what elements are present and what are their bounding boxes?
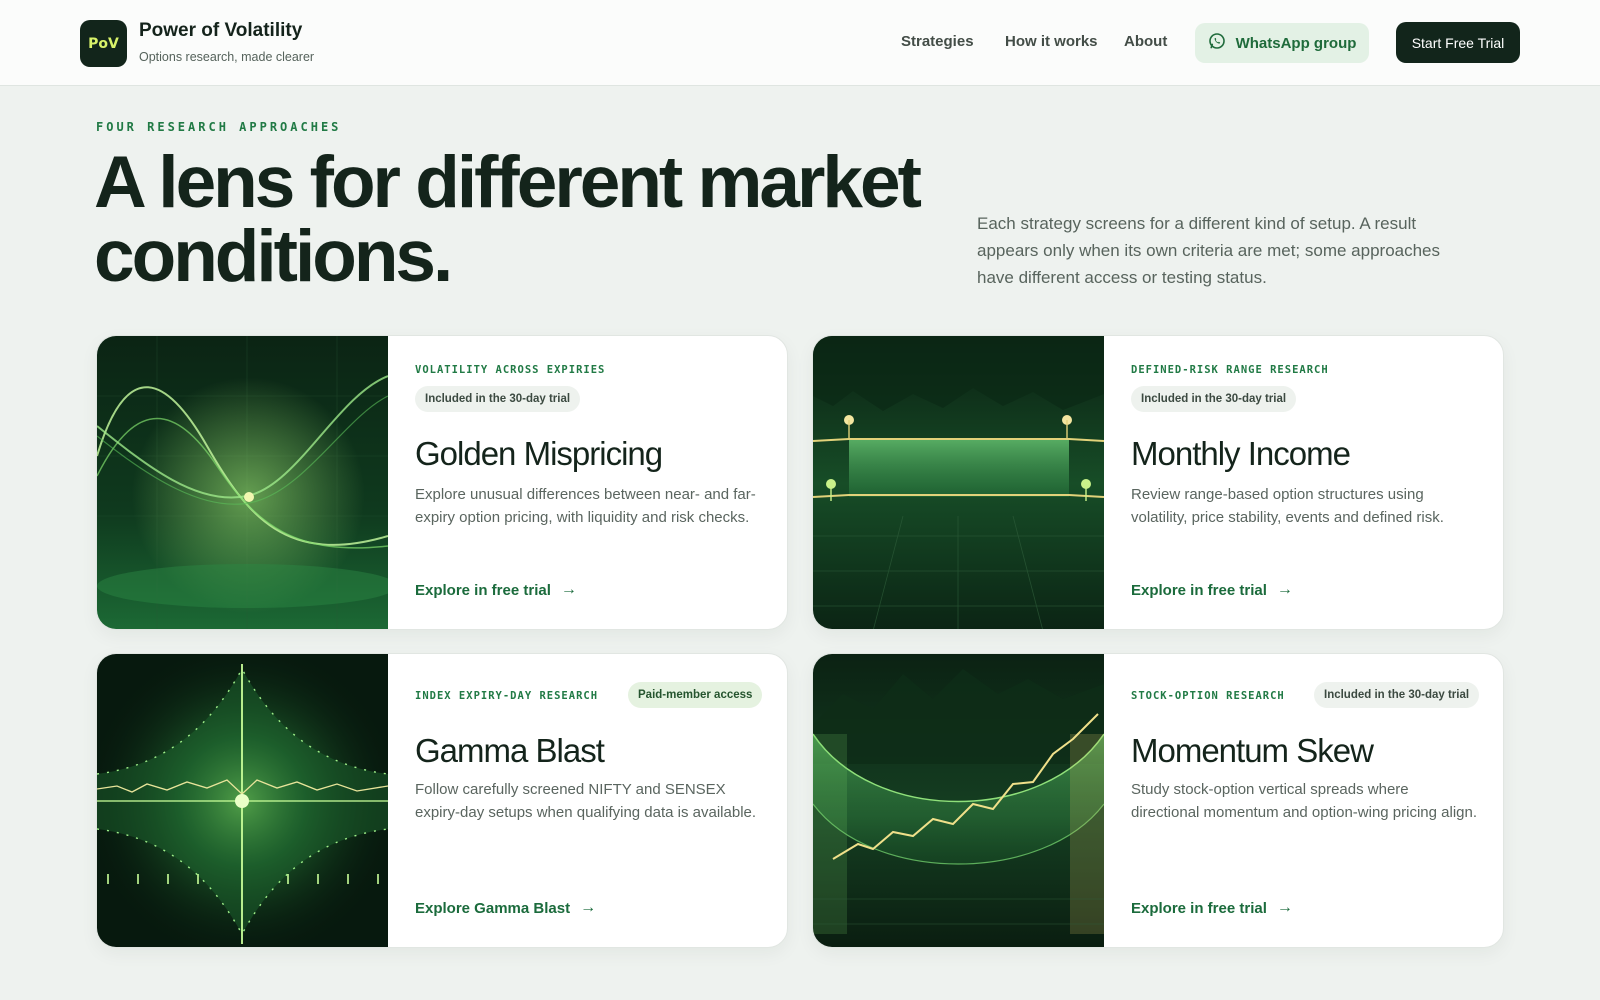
card-body: INDEX EXPIRY-DAY RESEARCH Paid-member ac… xyxy=(388,654,787,947)
card-title: Monthly Income xyxy=(1131,435,1351,472)
trial-badge: Included in the 30-day trial xyxy=(1314,682,1480,708)
brand-tagline: Options research, made clearer xyxy=(139,50,315,64)
section-eyebrow: FOUR RESEARCH APPROACHES xyxy=(96,120,342,134)
monthly-income-illustration xyxy=(813,336,1104,629)
gamma-blast-illustration xyxy=(97,654,388,947)
card-body: DEFINED-RISK RANGE RESEARCH Included in … xyxy=(1104,336,1503,629)
card-title: Gamma Blast xyxy=(415,732,605,769)
trial-badge: Included in the 30-day trial xyxy=(415,386,581,412)
card-description: Explore unusual differences between near… xyxy=(415,486,756,526)
paid-access-badge: Paid-member access xyxy=(628,682,763,708)
trial-badge: Included in the 30-day trial xyxy=(1131,386,1297,412)
brand-logo[interactable]: PoV xyxy=(80,20,127,67)
card-body: STOCK-OPTION RESEARCH Included in the 30… xyxy=(1104,654,1503,947)
start-free-trial-button[interactable]: Start Free Trial xyxy=(1396,22,1520,63)
card-kicker: VOLATILITY ACROSS EXPIRIES xyxy=(415,364,606,376)
explore-link[interactable]: Explore in free trial → xyxy=(1131,899,1293,917)
card-description: Follow carefully screened NIFTY and SENS… xyxy=(415,781,757,821)
card-body: VOLATILITY ACROSS EXPIRIES Included in t… xyxy=(388,336,787,629)
nav-link-strategies[interactable]: Strategies xyxy=(901,33,974,50)
explore-link[interactable]: Explore in free trial → xyxy=(415,581,577,599)
card-description: Study stock-option vertical spreads wher… xyxy=(1131,781,1478,821)
whatsapp-icon xyxy=(1208,32,1226,55)
arrow-right-icon: → xyxy=(1276,581,1293,598)
card-description: Review range-based option structures usi… xyxy=(1131,486,1444,526)
golden-mispricing-illustration xyxy=(97,336,388,629)
explore-link[interactable]: Explore Gamma Blast → xyxy=(415,899,596,917)
card-kicker: INDEX EXPIRY-DAY RESEARCH xyxy=(415,690,599,702)
strategy-card-gamma-blast[interactable]: INDEX EXPIRY-DAY RESEARCH Paid-member ac… xyxy=(96,653,788,948)
whatsapp-group-button[interactable]: WhatsApp group xyxy=(1195,23,1369,63)
arrow-right-icon: → xyxy=(560,581,577,598)
card-kicker: STOCK-OPTION RESEARCH xyxy=(1131,690,1285,702)
arrow-right-icon: → xyxy=(1276,899,1293,916)
top-navigation-bar: PoV Power of Volatility Options research… xyxy=(0,0,1600,86)
card-kicker: DEFINED-RISK RANGE RESEARCH xyxy=(1131,364,1329,376)
strategy-card-momentum-skew[interactable]: STOCK-OPTION RESEARCH Included in the 30… xyxy=(812,653,1504,948)
explore-link-label: Explore Gamma Blast xyxy=(415,899,571,917)
explore-link[interactable]: Explore in free trial → xyxy=(1131,581,1293,599)
arrow-right-icon: → xyxy=(580,899,597,916)
whatsapp-group-label: WhatsApp group xyxy=(1235,34,1357,52)
explore-link-label: Explore in free trial xyxy=(1131,899,1267,917)
nav-link-about[interactable]: About xyxy=(1124,33,1167,50)
nav-link-how-it-works[interactable]: How it works xyxy=(1005,33,1098,50)
explore-link-label: Explore in free trial xyxy=(415,581,551,599)
strategy-card-monthly-income[interactable]: DEFINED-RISK RANGE RESEARCH Included in … xyxy=(812,335,1504,630)
card-title: Momentum Skew xyxy=(1131,732,1374,769)
section-intro: Each strategy screens for a different ki… xyxy=(977,214,1441,287)
strategy-card-golden-mispricing[interactable]: VOLATILITY ACROSS EXPIRIES Included in t… xyxy=(96,335,788,630)
momentum-skew-illustration xyxy=(813,654,1104,947)
page-headline: A lens for different market conditions. xyxy=(94,142,922,297)
brand-name[interactable]: Power of Volatility xyxy=(139,20,302,42)
card-title: Golden Mispricing xyxy=(415,435,663,472)
explore-link-label: Explore in free trial xyxy=(1131,581,1267,599)
